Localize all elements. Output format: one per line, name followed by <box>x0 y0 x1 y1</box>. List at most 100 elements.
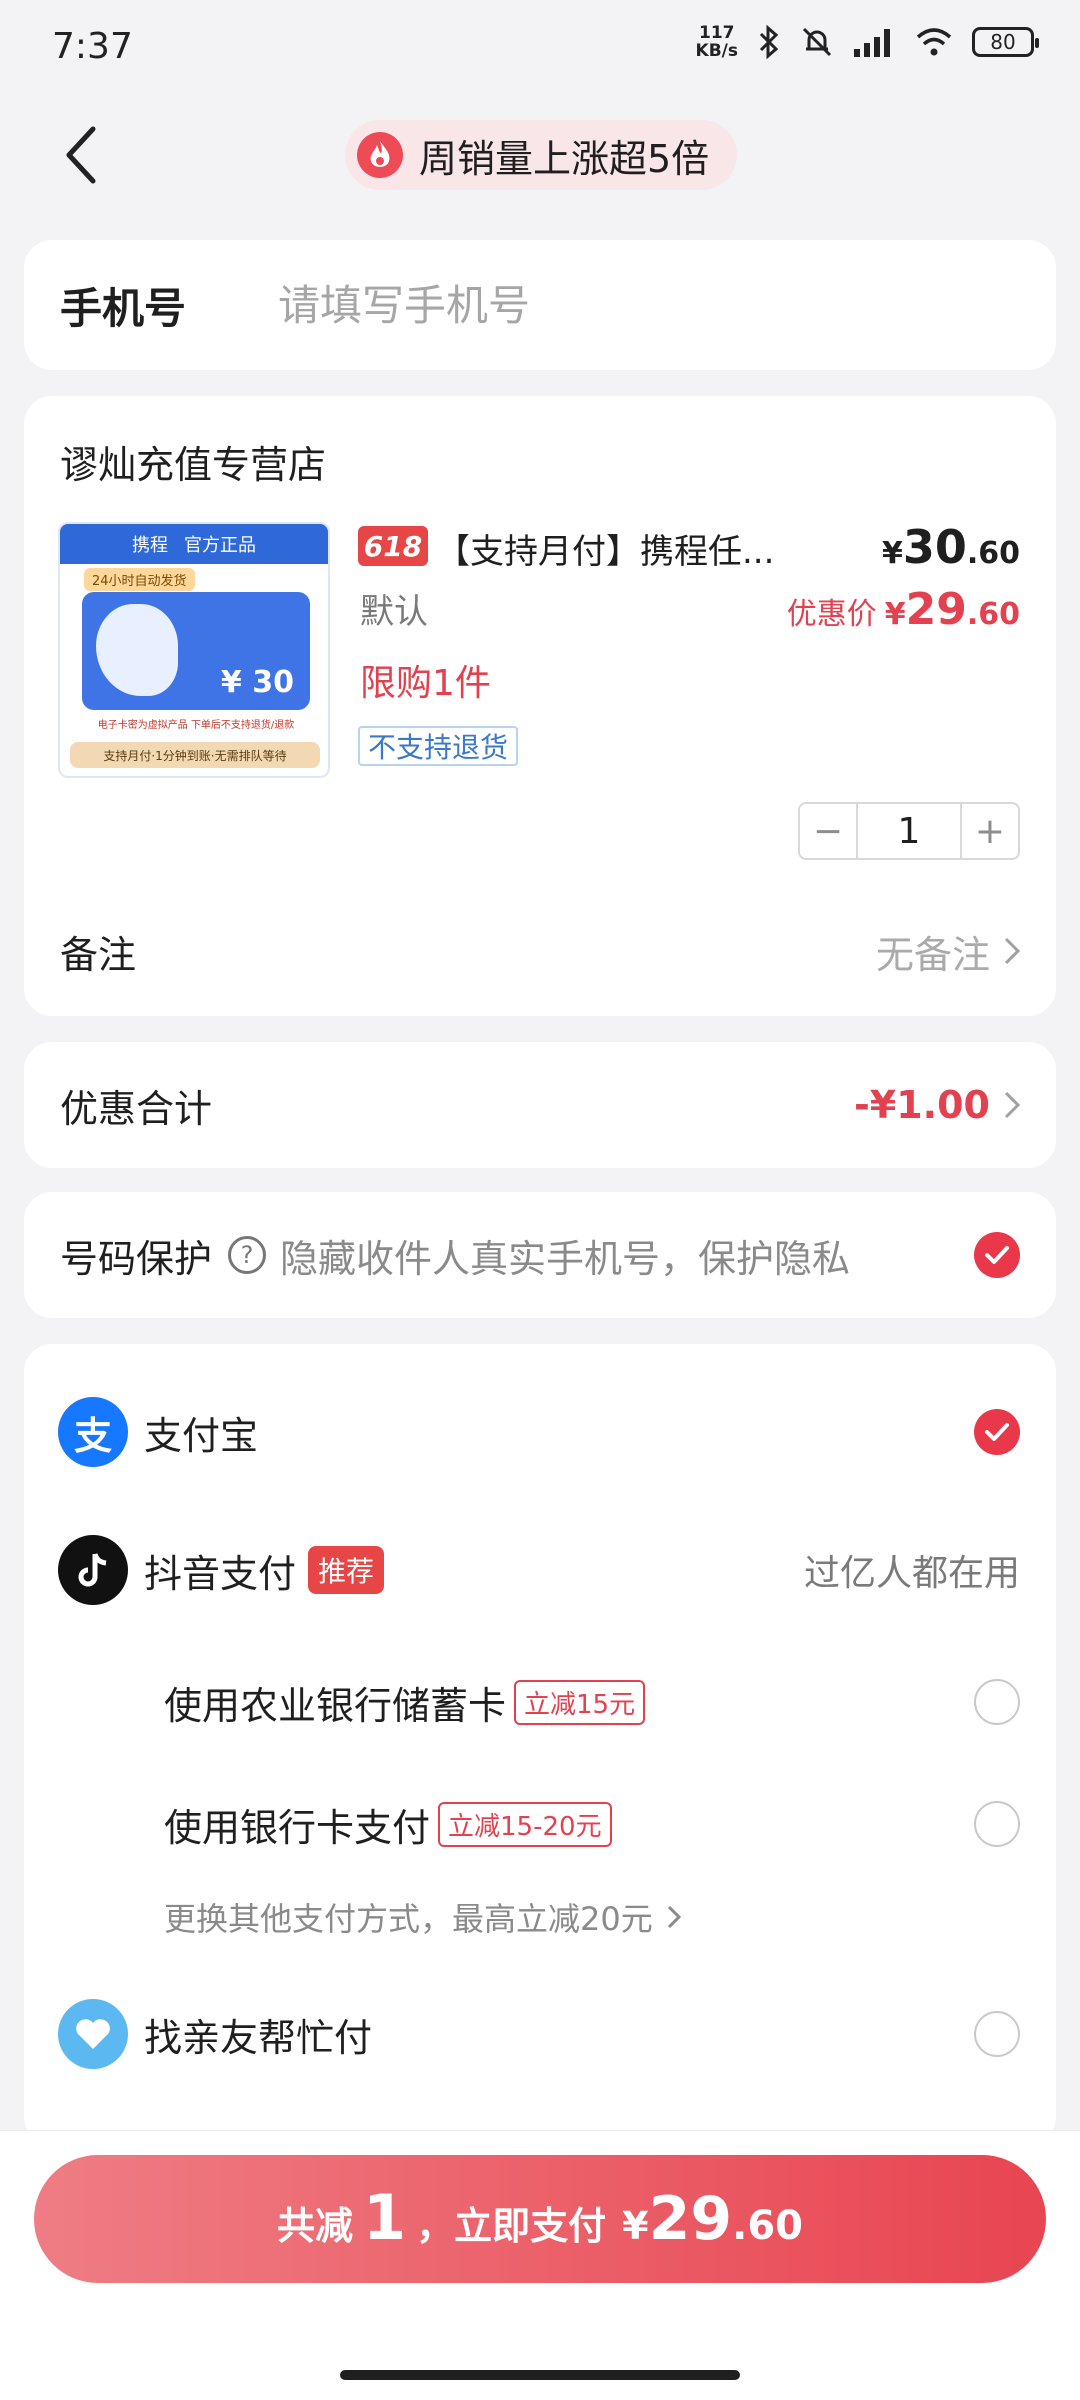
douyin-note: 过亿人都在用 <box>803 1553 1020 1594</box>
payment-option-friend[interactable]: 找亲友帮忙付 <box>58 1994 1020 2074</box>
product-image-note: 电子卡密为虚拟产品 下单后不支持退货/退款 <box>97 720 295 731</box>
header: 周销量上涨超5倍 <box>0 100 1080 210</box>
chevron-right-icon <box>1004 937 1020 965</box>
product-title[interactable]: 【支持月付】携程任... <box>436 524 816 573</box>
pay-button-action: ，立即支付 <box>416 2204 607 2248</box>
suboption-radio[interactable] <box>974 1679 1020 1725</box>
discount-value-wrap: -¥1.00 <box>854 1083 1020 1127</box>
douyin-icon <box>58 1535 128 1605</box>
question-icon[interactable]: ? <box>228 1236 267 1274</box>
payment-option-douyin[interactable]: 抖音支付 推荐 过亿人都在用 <box>58 1530 1020 1610</box>
network-speed: 117 KB/s <box>696 24 738 60</box>
pay-button-decimal: .60 <box>732 2203 803 2249</box>
remark-label: 备注 <box>60 932 137 977</box>
store-card: 谬灿充值专营店 携程 官方正品 24小时自动发货 ¥ 30 电子卡密为虚拟产品 … <box>24 396 1056 1016</box>
chevron-right-icon <box>1004 1091 1020 1119</box>
suboption-label: 使用农业银行储蓄卡 <box>164 1683 507 1728</box>
discount-tag: 立减15元 <box>514 1679 646 1725</box>
friend-pay-label: 找亲友帮忙付 <box>144 2015 373 2060</box>
product-image-footer: 支持月付·1分钟到账·无需排队等待 <box>70 742 320 768</box>
checkmark-icon <box>985 1246 1009 1264</box>
more-payment-text: 更换其他支付方式，最高立减20元 <box>164 1900 653 1938</box>
privacy-checkbox[interactable] <box>974 1232 1020 1278</box>
deal-price-decimal: .60 <box>966 597 1020 632</box>
quantity-value[interactable]: 1 <box>856 804 962 858</box>
mute-bell-icon <box>802 27 832 57</box>
discount-label: 优惠合计 <box>60 1086 213 1131</box>
battery-level: 80 <box>990 30 1016 54</box>
home-indicator[interactable] <box>340 2370 740 2380</box>
alipay-label: 支付宝 <box>144 1413 259 1458</box>
privacy-row: 号码保护 ? 隐藏收件人真实手机号，保护隐私 <box>24 1192 1056 1318</box>
remark-value-wrap: 无备注 <box>876 924 1020 979</box>
pay-button-count: 1 <box>363 2181 407 2254</box>
decrease-button[interactable]: − <box>800 804 856 858</box>
bluetooth-icon <box>759 25 779 59</box>
signal-icon <box>854 29 890 57</box>
purchase-limit: 限购1件 <box>360 663 491 704</box>
product-image-header: 携程 官方正品 <box>60 524 328 564</box>
checkmark-icon <box>985 1423 1009 1441</box>
phone-input[interactable] <box>278 280 978 330</box>
status-time: 7:37 <box>52 26 133 67</box>
wifi-icon <box>916 28 952 56</box>
promo-banner: 周销量上涨超5倍 <box>345 120 738 190</box>
payment-suboption-bankcard[interactable]: 使用银行卡支付 立减15-20元 <box>164 1784 1020 1864</box>
discount-tag: 立减15-20元 <box>438 1801 612 1847</box>
privacy-text: 隐藏收件人真实手机号，保护隐私 <box>280 1236 851 1281</box>
price-integer: 30 <box>902 520 967 574</box>
more-payment-methods[interactable]: 更换其他支付方式，最高立减20元 <box>164 1894 681 1940</box>
alipay-radio-checked[interactable] <box>974 1409 1020 1455</box>
deal-price: 优惠价 ¥29.60 <box>787 584 1020 635</box>
discount-row[interactable]: 优惠合计 -¥1.00 <box>24 1042 1056 1168</box>
discount-value: -¥1.00 <box>854 1083 990 1127</box>
pay-button-amount: 29 <box>648 2184 733 2254</box>
back-button[interactable] <box>50 122 110 188</box>
pay-now-button[interactable]: 共减 1 ，立即支付 ¥ 29 .60 <box>34 2155 1046 2283</box>
promo-618-tag: 618 <box>358 526 428 566</box>
pay-button-symbol: ¥ <box>622 2204 649 2248</box>
network-speed-unit: KB/s <box>695 41 738 61</box>
privacy-label: 号码保护 <box>60 1236 213 1281</box>
bottom-bar: 共减 1 ，立即支付 ¥ 29 .60 <box>0 2130 1080 2400</box>
product-image-official: 官方正品 <box>184 535 256 556</box>
promo-text: 周销量上涨超5倍 <box>419 136 710 181</box>
suboption-radio[interactable] <box>974 1801 1020 1847</box>
phone-card: 手机号 <box>24 240 1056 370</box>
remark-row[interactable]: 备注 无备注 <box>60 916 1020 986</box>
product-image[interactable]: 携程 官方正品 24小时自动发货 ¥ 30 电子卡密为虚拟产品 下单后不支持退货… <box>58 522 330 778</box>
product-image-brand: 携程 <box>132 535 168 556</box>
network-speed-value: 117 <box>699 23 735 43</box>
product-price: ¥30.60 <box>882 520 1020 574</box>
remark-value: 无备注 <box>875 932 990 977</box>
product-spec: 默认 <box>360 592 428 632</box>
deal-price-symbol: ¥ <box>884 597 906 632</box>
no-return-tag: 不支持退货 <box>358 726 519 766</box>
phone-label: 手机号 <box>60 283 187 333</box>
product-image-badge: 24小时自动发货 <box>84 568 195 591</box>
friend-pay-radio[interactable] <box>974 2011 1020 2057</box>
deal-price-integer: 29 <box>905 584 967 635</box>
battery-icon: 80 <box>972 27 1039 57</box>
status-icons: 117 KB/s 80 <box>696 24 1039 60</box>
recommend-tag: 推荐 <box>308 1546 385 1594</box>
price-symbol: ¥ <box>881 536 903 571</box>
alipay-icon: 支 <box>58 1397 128 1467</box>
flame-icon <box>357 132 403 178</box>
douyin-label: 抖音支付 <box>144 1551 297 1596</box>
payment-option-alipay[interactable]: 支 支付宝 <box>58 1392 1020 1472</box>
deal-price-label: 优惠价 <box>786 597 877 632</box>
payment-suboption-abc[interactable]: 使用农业银行储蓄卡 立减15元 <box>164 1662 1020 1742</box>
payment-card: 支 支付宝 抖音支付 推荐 过亿人都在用 使用农业银行储蓄卡 立减15元 使用银… <box>24 1344 1056 2144</box>
price-decimal: .60 <box>966 536 1020 571</box>
quantity-stepper: − 1 + <box>798 802 1020 860</box>
product-image-giftcard: ¥ 30 <box>82 592 310 710</box>
heart-icon <box>58 1999 128 2069</box>
product-image-value: ¥ 30 <box>220 665 294 700</box>
chevron-right-icon <box>667 1905 681 1929</box>
store-name: 谬灿充值专营店 <box>60 443 327 487</box>
chevron-left-icon <box>66 126 96 184</box>
suboption-label: 使用银行卡支付 <box>164 1805 431 1850</box>
dolphin-logo-icon <box>96 604 178 696</box>
increase-button[interactable]: + <box>962 804 1018 858</box>
